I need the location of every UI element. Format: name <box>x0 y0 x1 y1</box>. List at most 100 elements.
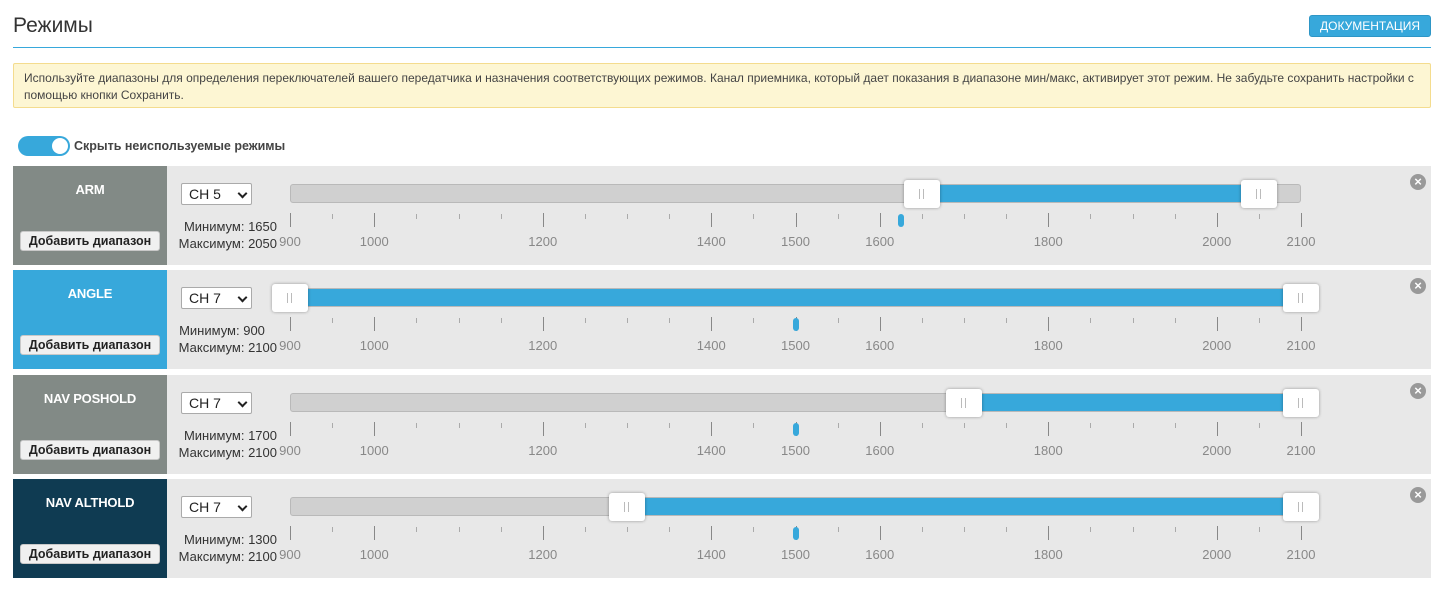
scale-tick-label: 1200 <box>528 443 558 458</box>
scale-tick-label: 1400 <box>696 338 726 353</box>
channel-select[interactable]: CH 5 <box>181 183 252 205</box>
scale-tick <box>627 214 628 219</box>
scale-tick <box>416 318 418 323</box>
scale-tick <box>1090 423 1092 428</box>
scale-tick <box>837 214 839 219</box>
page-title: Режимы <box>13 14 93 37</box>
scale-tick <box>542 317 544 331</box>
add-range-button[interactable]: Добавить диапазон <box>20 544 160 564</box>
range-slider-track[interactable] <box>290 184 1301 203</box>
scale-tick-label: 1600 <box>865 443 895 458</box>
scale-tick <box>1048 526 1050 540</box>
channel-select-value: CH 5 <box>189 186 221 202</box>
scale-tick <box>458 318 460 323</box>
scale-tick <box>332 423 334 428</box>
range-slider-track[interactable] <box>290 288 1301 307</box>
scale-tick <box>879 422 881 436</box>
scale-tick-label: 1500 <box>781 443 810 458</box>
scale-tick <box>332 318 334 323</box>
scale-tick <box>669 214 671 219</box>
range-max-handle[interactable] <box>1283 284 1319 312</box>
scale-tick <box>1090 318 1092 323</box>
scale-tick <box>753 527 755 532</box>
channel-select[interactable]: CH 7 <box>181 392 252 414</box>
chevron-down-icon <box>237 501 248 512</box>
remove-mode-icon[interactable]: × <box>1410 487 1426 503</box>
scale-tick <box>711 317 713 331</box>
hide-unused-label: Скрыть неиспользуемые режимы <box>74 139 286 153</box>
scale-tick <box>374 317 376 331</box>
range-min-handle[interactable] <box>946 389 982 417</box>
scale-tick-label: 1600 <box>865 547 895 562</box>
scale-tick <box>753 214 755 219</box>
scale-tick <box>416 423 418 428</box>
scale-tick-label: 2100 <box>1286 547 1316 562</box>
scale-tick-label: 1500 <box>781 338 810 353</box>
range-max-handle[interactable] <box>1240 180 1277 208</box>
scale-tick <box>669 423 671 428</box>
scale-tick <box>1301 317 1302 331</box>
channel-select-value: CH 7 <box>189 395 221 411</box>
range-min-label: Минимум: 900 <box>179 323 265 338</box>
scale-tick <box>921 214 923 219</box>
scale-tick <box>584 423 586 428</box>
channel-value-marker <box>792 423 799 436</box>
scale-tick <box>1006 423 1008 428</box>
range-min-handle[interactable] <box>903 180 940 208</box>
scale-tick-label: 1200 <box>528 234 558 249</box>
scale-tick <box>837 423 839 428</box>
range-slider-fill <box>628 498 1300 515</box>
info-note: Используйте диапазоны для определения пе… <box>13 63 1431 108</box>
scale-tick <box>332 527 334 532</box>
hide-unused-toggle[interactable] <box>18 136 70 156</box>
range-min-handle[interactable] <box>609 493 645 521</box>
scale-tick <box>1258 318 1260 323</box>
mode-side-panel: ARM Добавить диапазон <box>13 166 167 265</box>
scale-tick <box>921 527 923 532</box>
range-max-handle[interactable] <box>1283 493 1319 521</box>
mode-side-panel: NAV POSHOLD Добавить диапазон <box>13 375 167 474</box>
scale-tick <box>753 423 755 428</box>
remove-mode-icon[interactable]: × <box>1410 383 1426 399</box>
channel-select[interactable]: CH 7 <box>181 287 252 309</box>
scale-tick <box>1048 213 1050 227</box>
scale-tick <box>584 318 586 323</box>
mode-side-panel: NAV ALTHOLD Добавить диапазон <box>13 479 167 578</box>
scale-tick <box>627 423 628 428</box>
scale-tick <box>1258 423 1260 428</box>
mode-row: NAV ALTHOLD Добавить диапазон CH 7 Миним… <box>13 479 1431 578</box>
scale-tick <box>627 527 628 532</box>
mode-side-panel: ANGLE Добавить диапазон <box>13 270 167 369</box>
scale-tick <box>542 422 544 436</box>
range-slider-fill <box>291 289 1300 306</box>
remove-mode-icon[interactable]: × <box>1410 174 1426 190</box>
scale-tick <box>711 422 713 436</box>
scale-tick-label: 900 <box>279 547 301 562</box>
scale-tick <box>1258 527 1260 532</box>
scale-tick <box>1174 214 1176 219</box>
add-range-button[interactable]: Добавить диапазон <box>20 440 160 460</box>
scale-tick <box>1090 527 1092 532</box>
scale-tick <box>1132 214 1134 219</box>
scale-tick <box>542 213 544 227</box>
scale-tick <box>458 527 460 532</box>
scale-tick-label: 2000 <box>1202 443 1232 458</box>
remove-mode-icon[interactable]: × <box>1410 278 1426 294</box>
channel-select[interactable]: CH 7 <box>181 496 252 518</box>
scale-tick <box>416 214 418 219</box>
documentation-button[interactable]: ДОКУМЕНТАЦИЯ <box>1309 15 1431 37</box>
add-range-button[interactable]: Добавить диапазон <box>20 231 160 251</box>
range-min-handle[interactable] <box>272 284 308 312</box>
scale-tick <box>332 214 334 219</box>
scale-tick-label: 1000 <box>359 338 389 353</box>
scale-tick <box>1174 423 1176 428</box>
add-range-button[interactable]: Добавить диапазон <box>20 335 160 355</box>
range-slider-track[interactable] <box>290 497 1301 516</box>
range-min-label: Минимум: 1300 <box>183 532 277 547</box>
range-slider-track[interactable] <box>290 393 1301 412</box>
scale-tick <box>584 527 586 532</box>
scale-tick <box>1301 213 1302 227</box>
channel-value-marker <box>897 214 904 227</box>
range-max-handle[interactable] <box>1283 389 1319 417</box>
scale-tick <box>290 213 291 227</box>
